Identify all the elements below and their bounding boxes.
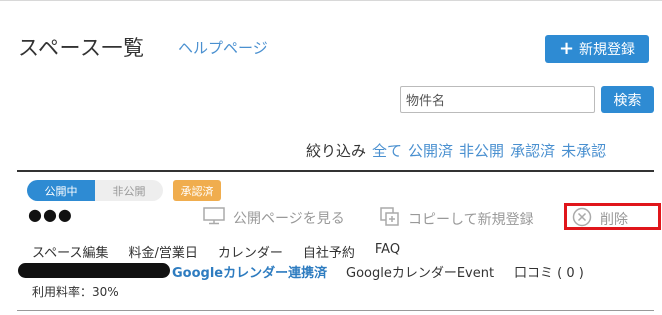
filter-unapproved[interactable]: 未承認 bbox=[561, 140, 606, 161]
redacted-text bbox=[18, 263, 170, 278]
monitor-icon bbox=[203, 207, 225, 229]
publish-toggle[interactable]: 公開中 非公開 bbox=[27, 180, 163, 201]
usage-rate: 利用料率：30% bbox=[32, 285, 119, 299]
space-menu: スペース編集 料金/営業日 カレンダー 自社予約 FAQ bbox=[32, 242, 400, 261]
reviews-link[interactable]: 口コミ ( 0 ) bbox=[514, 262, 584, 281]
google-calendar-linked-link[interactable]: Googleカレンダー連携済 bbox=[172, 262, 327, 281]
help-page-link[interactable]: ヘルプページ bbox=[178, 37, 268, 58]
space-name: ●●● bbox=[28, 205, 73, 224]
page-title: スペース一覧 bbox=[18, 36, 145, 60]
approved-badge: 承認済 bbox=[173, 180, 221, 201]
copy-icon bbox=[380, 207, 400, 231]
card-divider-bottom bbox=[17, 310, 654, 311]
copy-register-button[interactable]: コピーして新規登録 bbox=[380, 207, 534, 231]
property-name-search-input[interactable] bbox=[400, 86, 595, 113]
search-button[interactable]: 検索 bbox=[601, 86, 654, 113]
plus-icon: + bbox=[558, 38, 575, 59]
filter-bar: 絞り込み 全て 公開済 非公開 承認済 未承認 bbox=[306, 140, 606, 161]
filter-published[interactable]: 公開済 bbox=[408, 140, 453, 161]
view-public-page-button[interactable]: 公開ページを見る bbox=[203, 207, 345, 229]
copy-register-label: コピーして新規登録 bbox=[408, 212, 534, 228]
card-divider-top bbox=[17, 170, 654, 172]
toggle-unpublished[interactable]: 非公開 bbox=[95, 180, 163, 201]
new-registration-button[interactable]: + 新規登録 bbox=[545, 35, 649, 63]
google-calendar-event-link[interactable]: GoogleカレンダーEvent bbox=[346, 262, 494, 281]
filter-approved[interactable]: 承認済 bbox=[510, 140, 555, 161]
menu-space-edit[interactable]: スペース編集 bbox=[32, 242, 108, 261]
view-public-page-label: 公開ページを見る bbox=[233, 211, 345, 227]
menu-calendar[interactable]: カレンダー bbox=[218, 242, 283, 261]
new-registration-label: 新規登録 bbox=[579, 42, 636, 58]
toggle-published[interactable]: 公開中 bbox=[27, 180, 95, 201]
filter-label: 絞り込み bbox=[306, 142, 367, 160]
delete-highlight-box bbox=[564, 203, 661, 230]
filter-unpublished[interactable]: 非公開 bbox=[459, 140, 504, 161]
menu-pricing-hours[interactable]: 料金/営業日 bbox=[128, 242, 197, 261]
menu-own-booking[interactable]: 自社予約 bbox=[303, 242, 355, 261]
top-divider bbox=[0, 0, 662, 1]
filter-all[interactable]: 全て bbox=[372, 140, 402, 161]
menu-faq[interactable]: FAQ bbox=[375, 242, 400, 261]
